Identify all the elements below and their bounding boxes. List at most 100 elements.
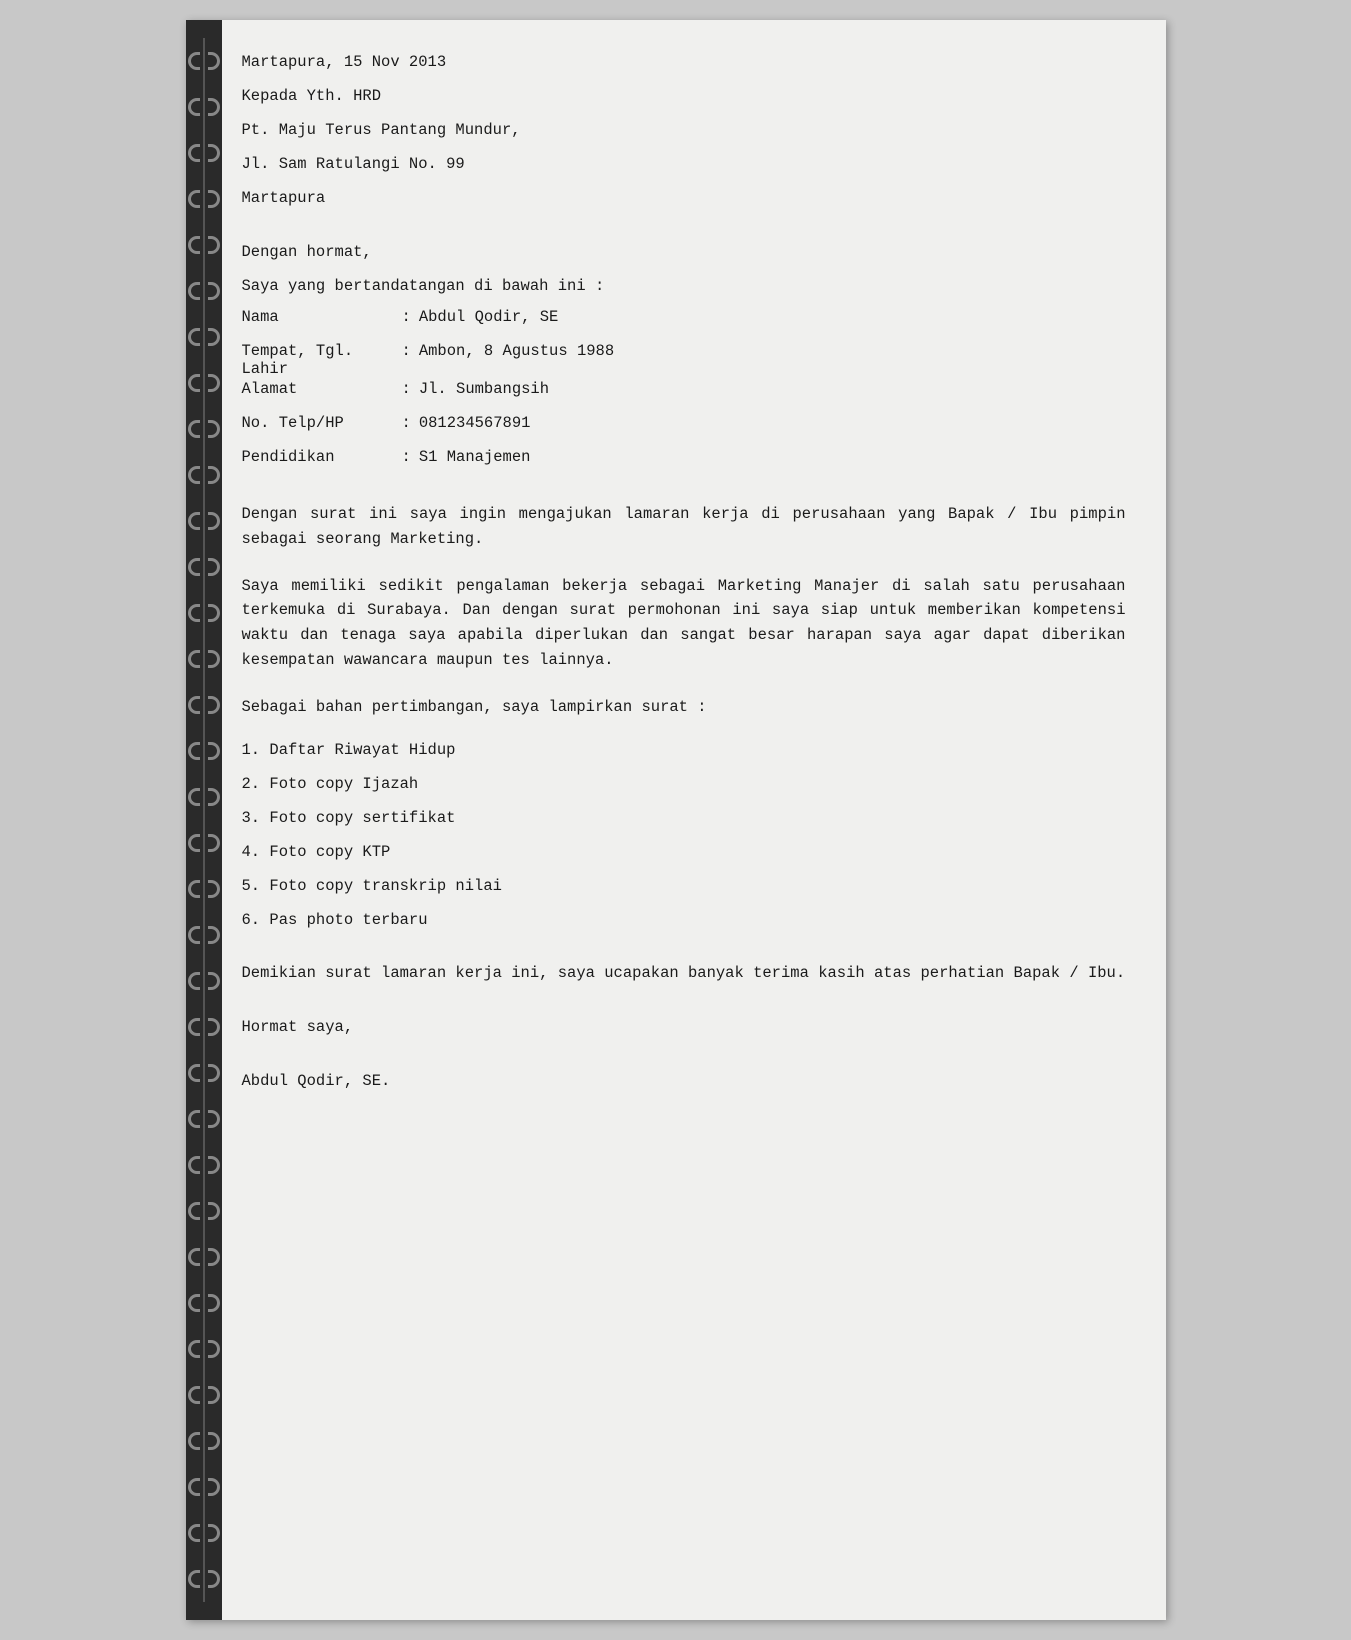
spiral-line: [203, 130, 205, 176]
spiral-c-left: [188, 420, 200, 438]
spiral-c-left: [188, 1110, 200, 1128]
gap-2: [242, 482, 1126, 502]
field-colon-alamat: :: [402, 380, 411, 398]
spiral-c-right: [208, 1294, 220, 1312]
spiral-row: [186, 1050, 222, 1096]
spiral-binding: [186, 20, 222, 1620]
spiral-c-left: [188, 834, 200, 852]
spiral-c-left: [188, 926, 200, 944]
spiral-line: [203, 1004, 205, 1050]
spiral-row: [186, 544, 222, 590]
spiral-row: [186, 1556, 222, 1602]
field-label-alamat: Alamat: [242, 380, 402, 398]
spiral-row: [186, 1510, 222, 1556]
spiral-c-left: [188, 98, 200, 116]
attachment-item-4-text: 4. Foto copy KTP: [242, 839, 391, 865]
field-pendidikan: Pendidikan : S1 Manajemen: [242, 448, 1126, 480]
recipient-city-line: Martapura: [242, 186, 1126, 218]
spiral-line: [203, 1188, 205, 1234]
closing-paragraph-block: Demikian surat lamaran kerja ini, saya u…: [242, 961, 1126, 993]
field-value-telp: 081234567891: [419, 414, 531, 432]
spiral-row: [186, 268, 222, 314]
spiral-c-right: [208, 328, 220, 346]
recipient-city-text: Martapura: [242, 186, 326, 210]
spiral-row: [186, 820, 222, 866]
gap-6: [242, 941, 1126, 961]
spiral-c-left: [188, 236, 200, 254]
greeting-line: Dengan hormat,: [242, 240, 1126, 272]
spiral-c-left: [188, 328, 200, 346]
spiral-row: [186, 452, 222, 498]
spiral-c-right: [208, 466, 220, 484]
spiral-line: [203, 222, 205, 268]
spiral-row: [186, 314, 222, 360]
spiral-line: [203, 728, 205, 774]
spiral-row: [186, 1372, 222, 1418]
spiral-c-left: [188, 558, 200, 576]
spiral-c-right: [208, 1524, 220, 1542]
date-line: Martapura, 15 Nov 2013: [242, 50, 1126, 82]
spiral-row: [186, 958, 222, 1004]
greeting-text: Dengan hormat,: [242, 240, 372, 264]
spiral-c-left: [188, 1248, 200, 1266]
spiral-c-right: [208, 742, 220, 760]
field-label-telp: No. Telp/HP: [242, 414, 402, 432]
spiral-row: [186, 636, 222, 682]
spiral-c-right: [208, 1340, 220, 1358]
spiral-row: [186, 130, 222, 176]
spiral-c-left: [188, 1156, 200, 1174]
spiral-row: [186, 176, 222, 222]
spiral-line: [203, 866, 205, 912]
attachment-item-4: 4. Foto copy KTP: [242, 839, 1126, 871]
spiral-row: [186, 84, 222, 130]
spiral-c-right: [208, 696, 220, 714]
spiral-c-left: [188, 742, 200, 760]
closing-name-line: Abdul Qodir, SE.: [242, 1069, 1126, 1101]
spiral-row: [186, 1004, 222, 1050]
spiral-c-right: [208, 144, 220, 162]
spiral-line: [203, 1326, 205, 1372]
spiral-row: [186, 406, 222, 452]
spiral-row: [186, 222, 222, 268]
gap-7: [242, 995, 1126, 1015]
spiral-c-left: [188, 650, 200, 668]
spiral-line: [203, 544, 205, 590]
spiral-row: [186, 866, 222, 912]
spiral-row: [186, 682, 222, 728]
spiral-line: [203, 1510, 205, 1556]
spiral-line: [203, 1464, 205, 1510]
recipient-title-line: Kepada Yth. HRD: [242, 84, 1126, 116]
attachment-item-5-text: 5. Foto copy transkrip nilai: [242, 873, 502, 899]
recipient-address-text: Jl. Sam Ratulangi No. 99: [242, 152, 465, 176]
spiral-c-left: [188, 788, 200, 806]
spiral-row: [186, 1464, 222, 1510]
spiral-c-left: [188, 190, 200, 208]
spiral-c-right: [208, 1018, 220, 1036]
spiral-row: [186, 1096, 222, 1142]
spiral-c-right: [208, 190, 220, 208]
spiral-line: [203, 774, 205, 820]
field-telp: No. Telp/HP : 081234567891: [242, 414, 1126, 446]
spiral-c-left: [188, 466, 200, 484]
spiral-c-right: [208, 512, 220, 530]
spiral-c-right: [208, 926, 220, 944]
field-lahir: Tempat, Tgl. Lahir : Ambon, 8 Agustus 19…: [242, 342, 1126, 378]
spiral-row: [186, 360, 222, 406]
spiral-line: [203, 268, 205, 314]
spiral-c-left: [188, 374, 200, 392]
attachment-item-2: 2. Foto copy Ijazah: [242, 771, 1126, 803]
spiral-line: [203, 84, 205, 130]
attachments-intro-text: Sebagai bahan pertimbangan, saya lampirk…: [242, 695, 707, 719]
recipient-title-text: Kepada Yth. HRD: [242, 84, 382, 108]
field-value-pendidikan: S1 Manajemen: [419, 448, 531, 466]
spiral-line: [203, 958, 205, 1004]
spiral-line: [203, 1556, 205, 1602]
spiral-c-right: [208, 1248, 220, 1266]
spiral-row: [186, 590, 222, 636]
spiral-row: [186, 1418, 222, 1464]
spiral-line: [203, 682, 205, 728]
spiral-c-left: [188, 1524, 200, 1542]
recipient-address-line: Jl. Sam Ratulangi No. 99: [242, 152, 1126, 184]
field-value-nama: Abdul Qodir, SE: [419, 308, 559, 326]
attachment-item-2-text: 2. Foto copy Ijazah: [242, 771, 419, 797]
